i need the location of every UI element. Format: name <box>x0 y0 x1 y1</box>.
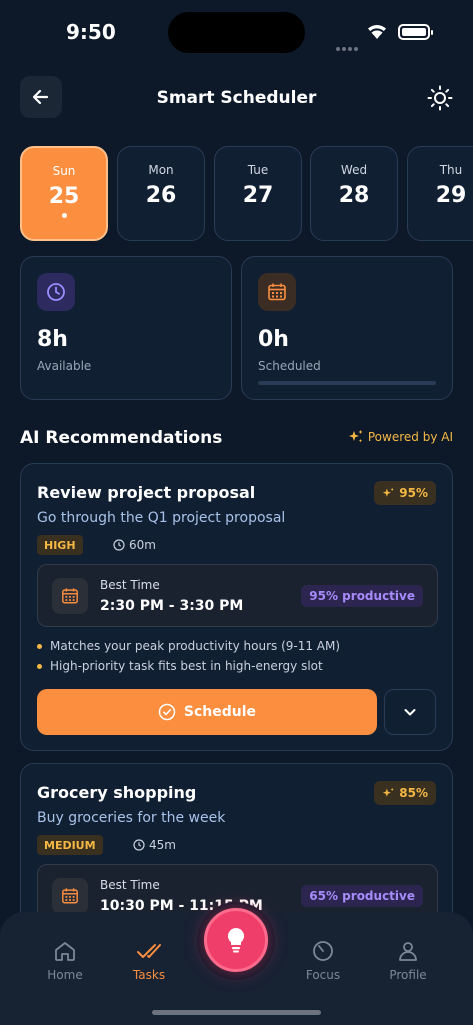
day-sun[interactable]: Sun 25 <box>20 146 108 241</box>
day-selector: Sun 25 Mon 26 Tue 27 Wed 28 Thu 29 <box>20 146 473 242</box>
scheduled-label: Scheduled <box>258 359 321 373</box>
scheduled-value: 0h <box>258 327 289 352</box>
priority-badge: MEDIUM <box>37 835 103 855</box>
day-number: 26 <box>145 183 177 208</box>
reason-item: High-priority task fits best in high-ene… <box>37 659 340 673</box>
cellular-signal-icon <box>336 36 360 51</box>
productivity-badge: 65% productive <box>301 885 423 907</box>
powered-by-ai: Powered by AI <box>348 429 453 445</box>
best-time-box: Best Time 2:30 PM - 3:30 PM 95% producti… <box>37 564 438 627</box>
day-number: 29 <box>435 183 467 208</box>
sparkles-icon <box>348 430 363 443</box>
status-bar: 9:50 <box>0 0 473 70</box>
expand-button[interactable] <box>384 689 436 735</box>
calendar-icon <box>52 878 88 914</box>
clock-icon <box>37 273 75 311</box>
task-description: Buy groceries for the week <box>37 810 226 826</box>
day-name: Wed <box>340 163 368 177</box>
home-icon <box>30 938 100 964</box>
ai-suggest-button[interactable] <box>204 908 268 972</box>
ai-score-badge: 85% <box>374 781 436 805</box>
tab-tasks[interactable]: Tasks <box>114 938 184 982</box>
timer-icon <box>288 938 358 964</box>
tab-focus-label: Focus <box>305 968 341 982</box>
tab-tasks-label: Tasks <box>132 968 166 982</box>
day-name: Thu <box>439 163 463 177</box>
day-name: Tue <box>247 163 269 177</box>
available-label: Available <box>37 359 92 373</box>
recommendation-card[interactable]: Review project proposal 95% Go through t… <box>20 463 453 751</box>
wifi-icon <box>366 22 388 44</box>
reason-item: Matches your peak productivity hours (9-… <box>37 639 340 653</box>
tab-focus[interactable]: Focus <box>288 938 358 982</box>
dynamic-island <box>168 12 305 53</box>
clock-icon <box>133 839 145 851</box>
available-value: 8h <box>37 327 68 352</box>
best-time-label: Best Time <box>100 578 160 592</box>
day-tue[interactable]: Tue 27 <box>214 146 302 241</box>
home-indicator <box>152 1010 321 1015</box>
priority-badge: HIGH <box>37 535 83 555</box>
best-time-label: Best Time <box>100 878 160 892</box>
check-circle-icon <box>158 703 176 721</box>
day-number: 27 <box>242 183 274 208</box>
available-card: 8h Available <box>20 256 232 400</box>
day-number: 28 <box>338 183 370 208</box>
powered-by-label: Powered by AI <box>367 430 453 444</box>
day-mon[interactable]: Mon 26 <box>117 146 205 241</box>
chevron-down-icon <box>404 709 416 716</box>
user-icon <box>373 938 443 964</box>
battery-icon <box>398 24 433 40</box>
lightbulb-icon <box>227 927 245 953</box>
reasons-list: Matches your peak productivity hours (9-… <box>37 639 340 679</box>
productivity-badge: 95% productive <box>301 585 423 607</box>
day-wed[interactable]: Wed 28 <box>310 146 398 241</box>
day-thu[interactable]: Thu 29 <box>407 146 473 241</box>
double-check-icon <box>114 938 184 964</box>
scheduled-progress-bar <box>258 381 436 385</box>
schedule-button[interactable]: Schedule <box>37 689 377 735</box>
duration-value: 60m <box>129 538 156 552</box>
tab-home-label: Home <box>47 968 83 982</box>
theme-toggle-button[interactable] <box>424 82 456 114</box>
header: Smart Scheduler <box>0 76 473 120</box>
ai-score-badge: 95% <box>374 481 436 505</box>
sun-icon <box>427 85 453 111</box>
scheduled-card: 0h Scheduled <box>241 256 453 400</box>
tab-profile-label: Profile <box>389 968 427 982</box>
task-title: Grocery shopping <box>37 783 197 802</box>
day-name: Sun <box>52 164 76 178</box>
tab-profile[interactable]: Profile <box>373 938 443 982</box>
recommendations-title: AI Recommendations <box>20 428 223 448</box>
calendar-icon <box>258 273 296 311</box>
tab-home[interactable]: Home <box>30 938 100 982</box>
task-title: Review project proposal <box>37 483 256 502</box>
duration-value: 45m <box>149 838 176 852</box>
sparkles-icon <box>383 487 395 497</box>
sparkles-icon <box>383 787 395 797</box>
ai-score-value: 95% <box>399 486 428 500</box>
day-number: 25 <box>48 184 80 209</box>
calendar-icon <box>52 578 88 614</box>
day-name: Mon <box>148 163 174 177</box>
task-description: Go through the Q1 project proposal <box>37 510 286 526</box>
status-time: 9:50 <box>66 20 116 44</box>
selected-day-dot <box>61 213 67 218</box>
schedule-label: Schedule <box>183 704 257 720</box>
clock-icon <box>113 539 125 551</box>
page-title: Smart Scheduler <box>156 88 317 108</box>
ai-score-value: 85% <box>399 786 428 800</box>
duration: 60m <box>113 538 156 552</box>
best-time-value: 2:30 PM - 3:30 PM <box>100 598 244 614</box>
duration: 45m <box>133 838 176 852</box>
